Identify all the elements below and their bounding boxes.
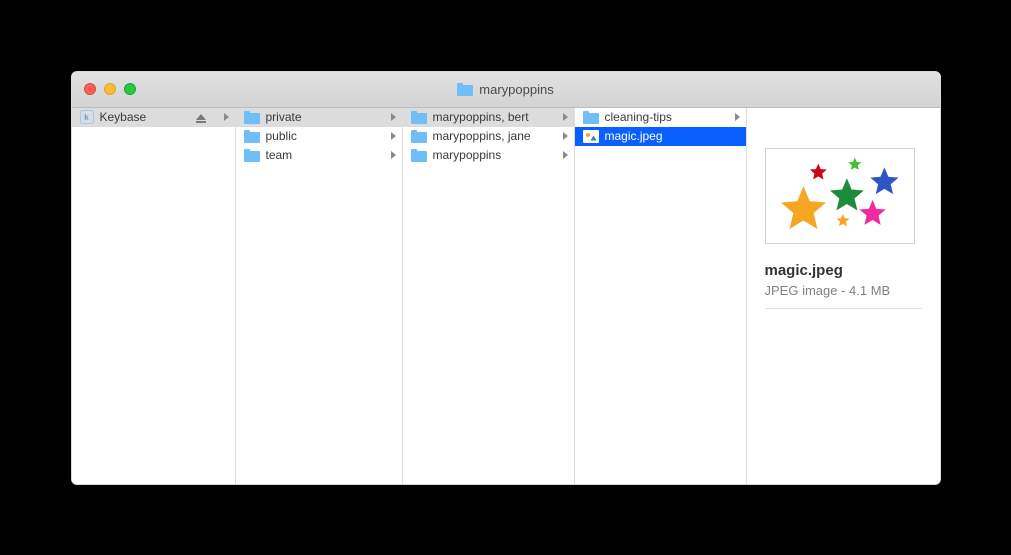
folder-row[interactable]: marypoppins, jane	[403, 127, 574, 146]
folder-icon	[457, 83, 473, 96]
star-icon	[859, 199, 885, 224]
folder-icon	[244, 149, 260, 162]
preview-pane: magic.jpeg JPEG image - 4.1 MB	[747, 108, 940, 484]
minimize-button[interactable]	[104, 83, 116, 95]
row-label: marypoppins	[433, 148, 557, 162]
column-0[interactable]: k Keybase	[72, 108, 236, 484]
window-title-text: marypoppins	[479, 82, 553, 97]
chevron-right-icon	[391, 113, 396, 121]
preview-meta: JPEG image - 4.1 MB	[765, 283, 922, 309]
chevron-right-icon	[563, 113, 568, 121]
zoom-button[interactable]	[124, 83, 136, 95]
row-label: Keybase	[100, 110, 190, 124]
folder-icon	[244, 111, 260, 124]
traffic-lights	[72, 83, 136, 95]
star-icon	[870, 167, 898, 194]
star-icon	[780, 186, 825, 229]
star-icon	[809, 163, 826, 179]
folder-row[interactable]: private	[236, 108, 402, 127]
column-view: k Keybase private public team marypoppins, …	[72, 108, 940, 484]
star-icon	[836, 213, 849, 226]
row-label: team	[266, 148, 385, 162]
folder-icon	[244, 130, 260, 143]
folder-row[interactable]: marypoppins, bert	[403, 108, 574, 127]
file-row[interactable]: magic.jpeg	[575, 127, 746, 146]
row-label: magic.jpeg	[605, 129, 740, 143]
finder-window: marypoppins k Keybase private public team m…	[71, 71, 941, 485]
column-3[interactable]: cleaning-tips magic.jpeg	[575, 108, 747, 484]
preview-image	[766, 148, 914, 244]
row-label: marypoppins, jane	[433, 129, 557, 143]
keybase-drive-icon: k	[80, 110, 94, 124]
star-icon	[830, 178, 864, 210]
chevron-right-icon	[563, 132, 568, 140]
close-button[interactable]	[84, 83, 96, 95]
folder-icon	[411, 130, 427, 143]
star-icon	[848, 157, 861, 170]
drive-row[interactable]: k Keybase	[72, 108, 235, 127]
column-1[interactable]: private public team	[236, 108, 403, 484]
folder-row[interactable]: marypoppins	[403, 146, 574, 165]
folder-row[interactable]: public	[236, 127, 402, 146]
row-label: private	[266, 110, 385, 124]
chevron-right-icon	[735, 113, 740, 121]
folder-row[interactable]: cleaning-tips	[575, 108, 746, 127]
folder-row[interactable]: team	[236, 146, 402, 165]
chevron-right-icon	[563, 151, 568, 159]
preview-filename: magic.jpeg	[765, 262, 922, 279]
eject-icon[interactable]	[196, 114, 206, 120]
folder-icon	[583, 111, 599, 124]
row-label: marypoppins, bert	[433, 110, 557, 124]
column-2[interactable]: marypoppins, bert marypoppins, jane marypo…	[403, 108, 575, 484]
chevron-right-icon	[224, 113, 229, 121]
folder-icon	[411, 111, 427, 124]
title-bar[interactable]: marypoppins	[72, 72, 940, 108]
chevron-right-icon	[391, 132, 396, 140]
window-title: marypoppins	[72, 82, 940, 97]
row-label: public	[266, 129, 385, 143]
folder-icon	[411, 149, 427, 162]
chevron-right-icon	[391, 151, 396, 159]
row-label: cleaning-tips	[605, 110, 729, 124]
image-file-icon	[583, 130, 599, 143]
preview-thumbnail	[765, 148, 915, 244]
